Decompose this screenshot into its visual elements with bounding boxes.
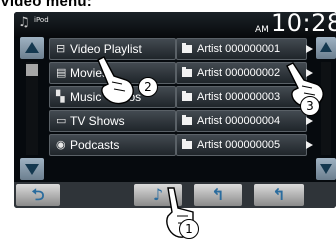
clock: 10:28 (271, 12, 336, 37)
artist-item[interactable]: Artist 000000005 (176, 134, 307, 156)
podcast-icon: ◉ (56, 138, 66, 151)
up-level-icon: ↰ (211, 185, 225, 204)
artist-label: Artist 000000005 (197, 139, 281, 151)
category-label: TV Shows (70, 114, 125, 128)
folder-icon (182, 91, 192, 101)
artist-item[interactable]: Artist 000000001 (176, 38, 307, 60)
artist-label: Artist 000000002 (197, 67, 281, 79)
music-video-icon: ▚ (56, 90, 65, 103)
pointing-hand-icon (97, 56, 134, 105)
back-button[interactable]: ⮌ (16, 184, 60, 206)
tv-icon: ▭ (56, 114, 67, 127)
folder-icon (182, 139, 192, 149)
page-heading: Video menu: (0, 0, 92, 10)
folder-icon (182, 67, 192, 77)
artist-label: Artist 000000001 (197, 43, 281, 55)
play-arrow-icon[interactable] (306, 45, 313, 53)
arrow-up-icon (25, 42, 39, 53)
folder-icon (182, 43, 192, 53)
callout-3: 3 (300, 96, 320, 116)
source-label: iPod (34, 16, 49, 24)
ipod-video-menu-screen: ♫ iPod AM 10:28 ⊟ Video Playlist ▤ Movie… (14, 12, 336, 208)
scrollbar-track[interactable] (26, 62, 38, 155)
play-arrow-icon[interactable] (306, 117, 313, 125)
arrow-up-icon (320, 42, 332, 52)
play-arrow-icon[interactable] (306, 141, 313, 149)
category-tv-shows[interactable]: ▭ TV Shows (49, 110, 176, 132)
movies-icon: ▤ (56, 66, 67, 79)
top-level-icon: ↰ (272, 185, 286, 204)
page-up-button[interactable] (20, 37, 44, 59)
page-down-button[interactable] (20, 158, 44, 180)
status-bar: ♫ iPod AM 10:28 (14, 12, 336, 38)
folder-icon (182, 115, 192, 125)
artist-item[interactable]: Artist 000000004 (176, 110, 307, 132)
top-level-button[interactable]: ↰ (254, 184, 304, 206)
artist-page-up-button[interactable] (316, 37, 336, 59)
artist-label: Artist 000000003 (197, 91, 281, 103)
up-one-level-button[interactable]: ↰ (194, 184, 242, 206)
arrow-down-icon (320, 164, 332, 174)
category-label: Podcasts (70, 138, 120, 152)
scrollbar-thumb[interactable] (26, 64, 38, 76)
artist-label: Artist 000000004 (197, 115, 281, 127)
music-note-icon: ♫ (18, 15, 30, 30)
category-label: Video Playlist (70, 42, 142, 56)
am-pm-indicator: AM (255, 25, 269, 35)
callout-1: 1 (179, 219, 199, 239)
playlist-icon: ⊟ (56, 42, 66, 55)
arrow-down-icon (25, 164, 39, 175)
return-arrow-icon: ⮌ (31, 185, 45, 204)
artist-page-down-button[interactable] (316, 158, 336, 180)
callout-2: 2 (138, 77, 158, 97)
category-podcasts[interactable]: ◉ Podcasts (49, 134, 176, 156)
